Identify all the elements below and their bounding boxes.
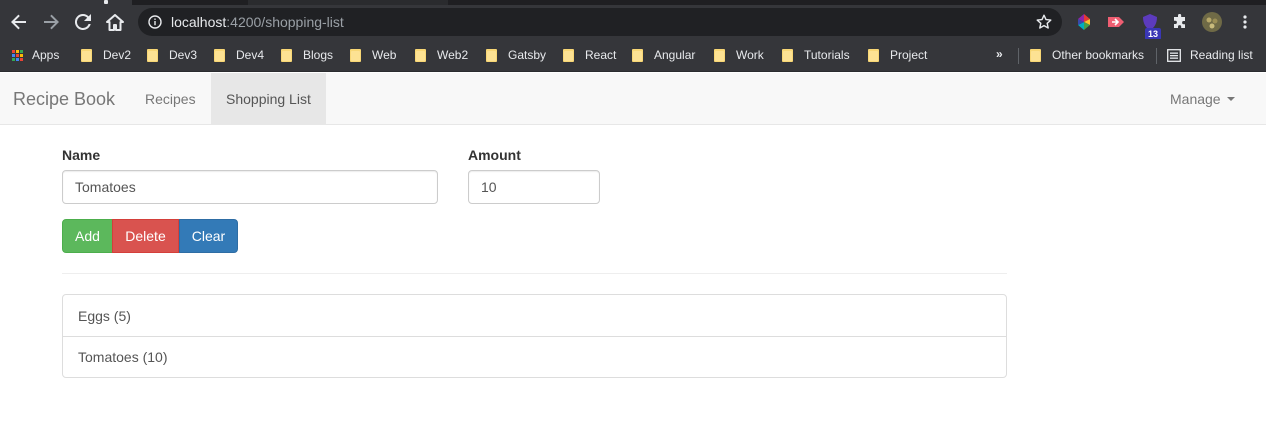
bookmark-label: Angular (654, 48, 696, 62)
bookmark-label: Dev2 (103, 48, 132, 62)
bookmark-label: Work (736, 48, 764, 62)
browser-menu-icon[interactable] (1234, 11, 1256, 33)
folder-icon (632, 48, 643, 62)
amount-label: Amount (468, 147, 521, 163)
bookmark-label: React (585, 48, 617, 62)
folder-icon (1030, 48, 1041, 62)
manage-label: Manage (1170, 90, 1221, 107)
back-button[interactable] (5, 9, 33, 35)
bookmark-folder[interactable]: Web2 (415, 46, 468, 64)
url-path: :4200/shopping-list (226, 14, 344, 30)
url-host: localhost (171, 14, 227, 30)
folder-icon (147, 48, 158, 62)
add-button[interactable]: Add (62, 219, 113, 253)
home-button[interactable] (101, 9, 129, 35)
bookmarks-divider (1156, 48, 1157, 64)
tab-favicon (104, 0, 108, 4)
caret-down-icon (1226, 96, 1235, 101)
folder-icon (868, 48, 879, 62)
reading-list-icon (1167, 48, 1181, 62)
folder-icon (281, 48, 292, 62)
bookmark-label: Web2 (437, 48, 469, 62)
shopping-list: Eggs (5) Tomatoes (10) (62, 294, 1007, 378)
forward-button[interactable] (37, 9, 65, 35)
bookmark-folder[interactable]: Work (714, 46, 764, 64)
reload-button[interactable] (69, 9, 97, 35)
bookmark-label: Gatsby (508, 48, 547, 62)
home-icon (106, 13, 124, 31)
browser-toolbar: localhost:4200/shopping-list 13 (0, 5, 1266, 40)
bookmark-folder[interactable]: Tutorials (782, 46, 850, 64)
bookmark-folder[interactable]: Web (350, 46, 396, 64)
folder-icon (415, 48, 426, 62)
site-info-icon[interactable] (148, 15, 162, 29)
folder-icon (214, 48, 225, 62)
bookmark-label: Other bookmarks (1052, 48, 1145, 62)
bookmark-apps[interactable]: Apps (12, 46, 59, 64)
name-input-value: Tomatoes (75, 179, 136, 195)
back-arrow-icon (11, 14, 26, 30)
bookmarks-overflow-chevron-icon[interactable]: » (996, 47, 1003, 61)
folder-icon (563, 48, 574, 62)
bookmark-folder[interactable]: Project (868, 46, 927, 64)
bookmark-label: Dev3 (169, 48, 198, 62)
divider (62, 273, 1007, 274)
bookmark-label: Reading list (1190, 48, 1253, 62)
color-picker-extension-icon[interactable] (1073, 11, 1095, 33)
reading-list-button[interactable]: Reading list (1167, 46, 1253, 64)
profile-avatar-icon[interactable] (1201, 11, 1223, 33)
reload-icon (75, 14, 91, 30)
amount-input-value: 10 (481, 179, 497, 195)
clear-button[interactable]: Clear (179, 219, 238, 253)
bookmark-label: Blogs (303, 48, 334, 62)
bookmarks-bar: Apps Dev2 Dev3 Dev4 Blogs Web Web2 Gatsb… (0, 39, 1266, 72)
bookmark-folder[interactable]: Blogs (281, 46, 333, 64)
apps-grid-icon (12, 49, 23, 61)
bookmark-folder[interactable]: Angular (632, 46, 695, 64)
forward-arrow-icon (44, 14, 59, 30)
delete-button[interactable]: Delete (112, 219, 179, 253)
bookmarks-divider (1018, 48, 1019, 64)
folder-icon (486, 48, 497, 62)
bookmark-label: Web (372, 48, 397, 62)
bookmark-label: Apps (32, 48, 60, 62)
navbar-brand[interactable]: Recipe Book (13, 89, 115, 109)
app-navbar: Recipe Book Recipes Shopping List Manage (0, 73, 1266, 125)
url-text[interactable]: localhost:4200/shopping-list (171, 14, 344, 30)
bookmark-folder[interactable]: Gatsby (486, 46, 546, 64)
other-bookmarks-folder[interactable]: Other bookmarks (1030, 46, 1144, 64)
amount-input[interactable]: 10 (468, 170, 600, 204)
extensions-puzzle-icon[interactable] (1169, 11, 1191, 33)
bookmark-folder[interactable]: Dev3 (147, 46, 197, 64)
bookmark-star-icon[interactable] (1036, 14, 1052, 30)
folder-icon (782, 48, 793, 62)
nav-link-recipes[interactable]: Recipes (130, 73, 211, 124)
name-input[interactable]: Tomatoes (62, 170, 438, 204)
list-item[interactable]: Eggs (5) (63, 295, 1006, 336)
bookmark-label: Dev4 (236, 48, 265, 62)
bookmark-label: Tutorials (804, 48, 850, 62)
bookmark-folder[interactable]: React (563, 46, 616, 64)
manage-dropdown[interactable]: Manage (1170, 73, 1235, 124)
bookmark-folder[interactable]: Dev4 (214, 46, 264, 64)
folder-icon (350, 48, 361, 62)
address-bar[interactable]: localhost:4200/shopping-list (138, 8, 1062, 36)
name-label: Name (62, 147, 101, 163)
pocket-extension-icon[interactable] (1105, 11, 1127, 33)
bookmark-folder[interactable]: Dev2 (81, 46, 131, 64)
bookmark-label: Project (890, 48, 928, 62)
list-item[interactable]: Tomatoes (10) (63, 336, 1006, 377)
folder-icon (714, 48, 725, 62)
nav-link-shopping-list[interactable]: Shopping List (211, 73, 326, 124)
folder-icon (81, 48, 92, 62)
